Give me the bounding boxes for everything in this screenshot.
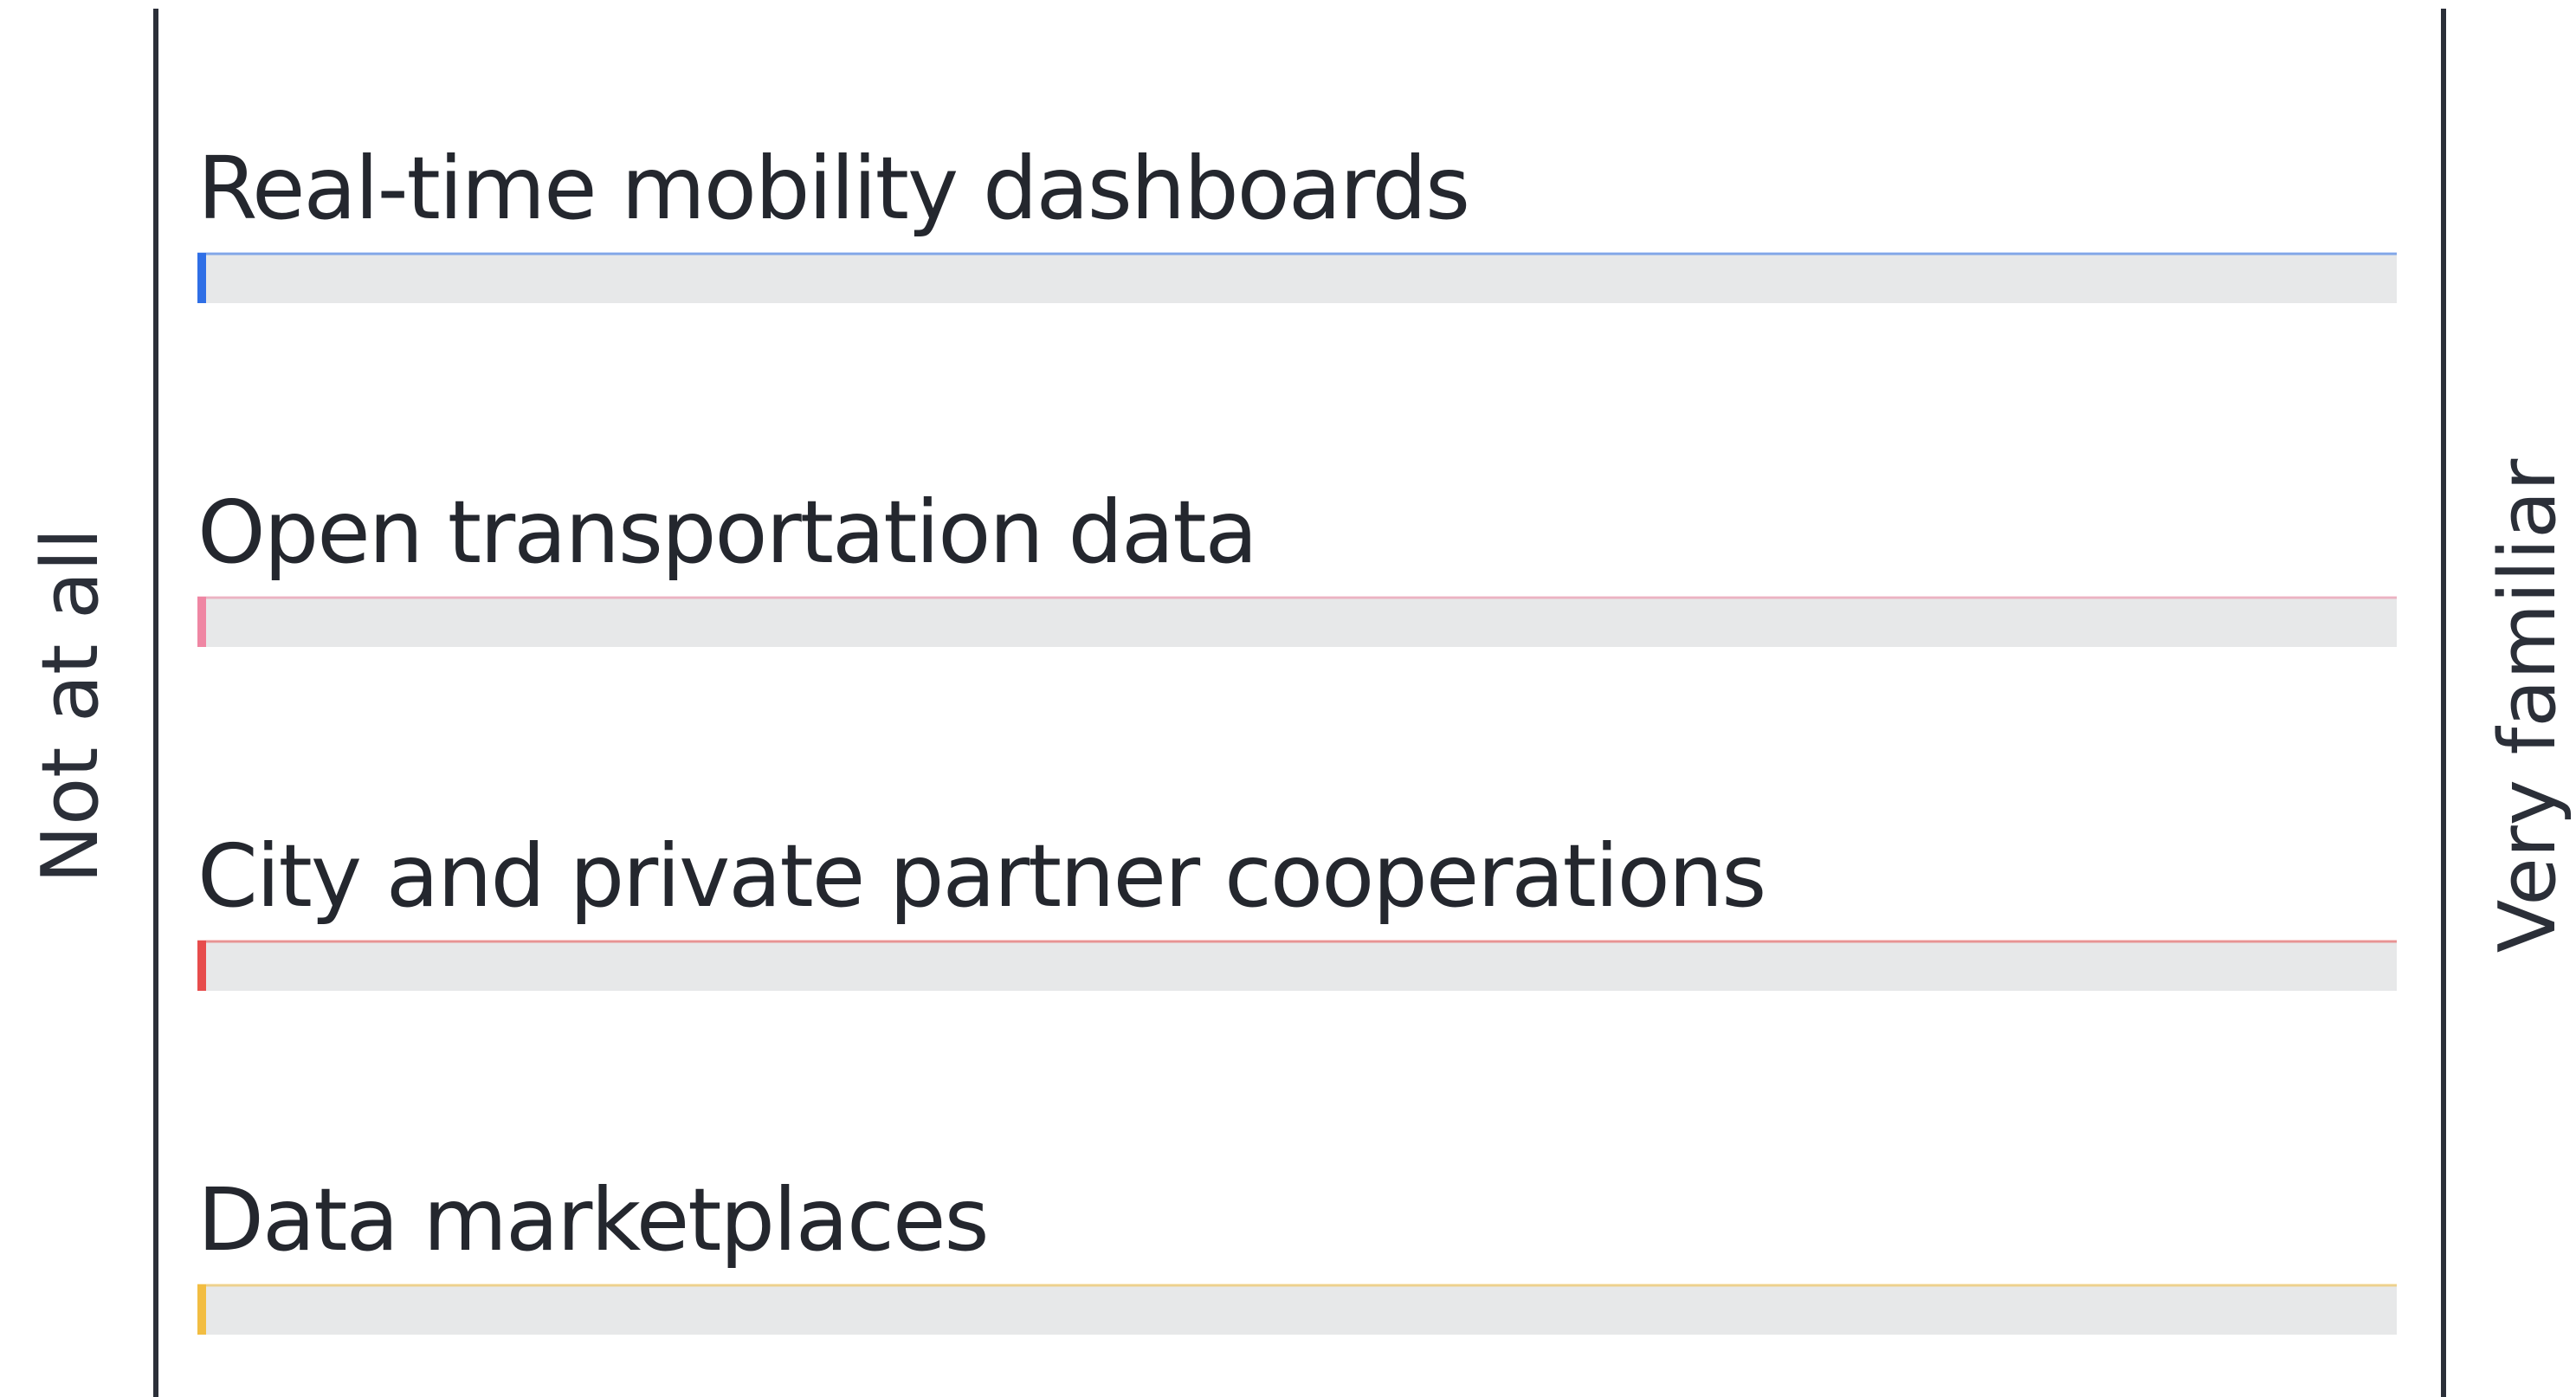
bar-track (197, 1284, 2397, 1335)
bar-track (197, 941, 2397, 991)
bar-track (197, 253, 2397, 303)
scale-max-label: Very familiar (2482, 459, 2573, 954)
bar-group: Real-time mobility dashboards Open transp… (197, 138, 2397, 1335)
bar-label: Real-time mobility dashboards (197, 138, 1469, 239)
bar-track (197, 597, 2397, 647)
bar (197, 941, 206, 991)
bar (197, 1284, 206, 1335)
scale-min-label: Not at all (25, 528, 116, 884)
familiarity-chart: Not at all Very familiar Real-time mobil… (25, 9, 2573, 1397)
bar (197, 597, 206, 647)
bar-label: Open transportation data (197, 482, 1256, 583)
bar (197, 253, 206, 303)
bar-label: City and private partner cooperations (197, 825, 1765, 927)
bar-label: Data marketplaces (197, 1169, 988, 1271)
